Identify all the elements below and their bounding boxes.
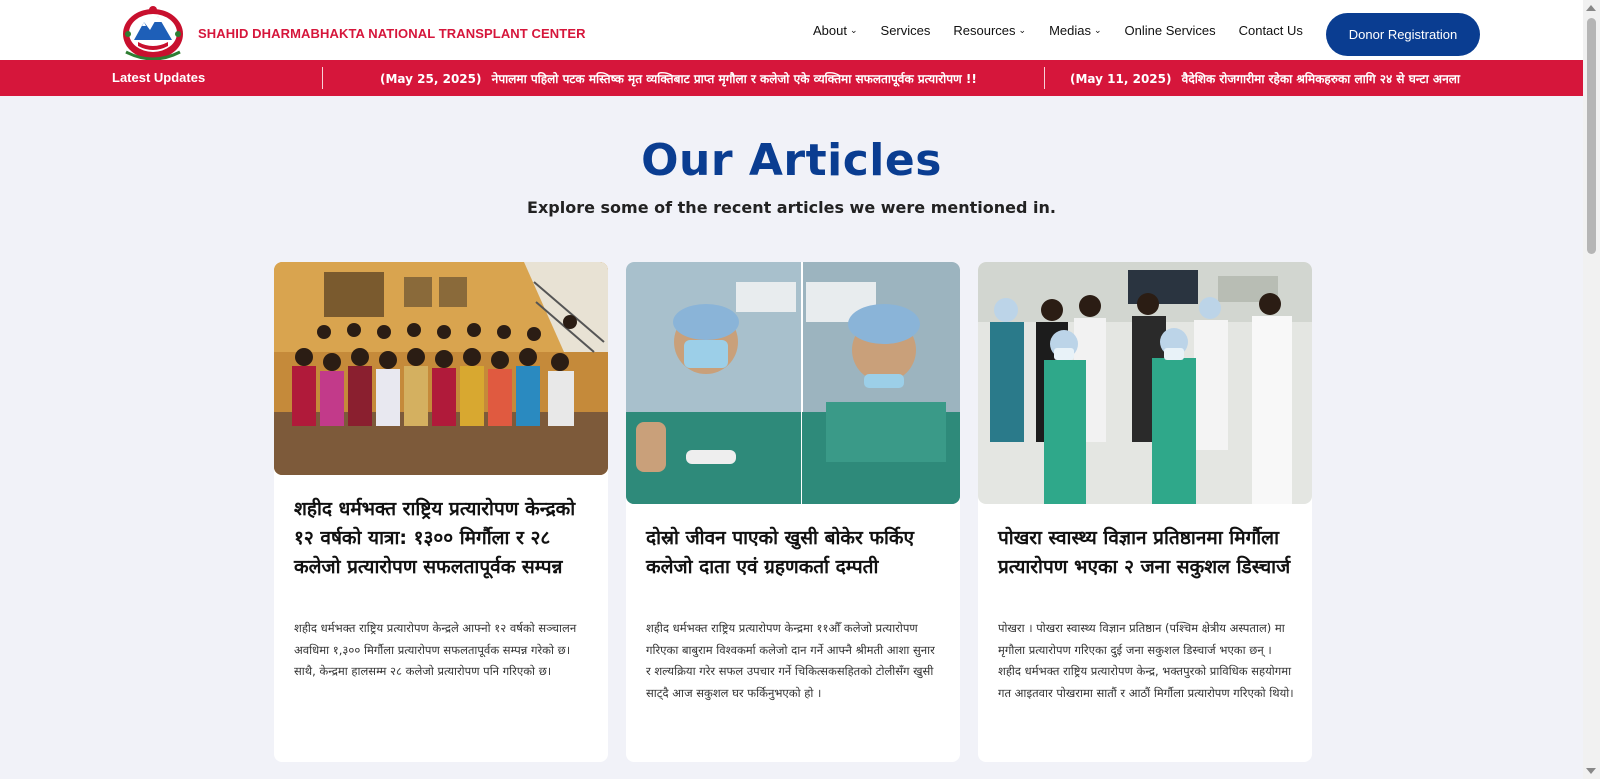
article-image-group-photo[interactable] — [274, 262, 608, 475]
government-emblem-logo[interactable] — [120, 4, 190, 62]
nav-contact-us-label: Contact Us — [1238, 22, 1303, 38]
donor-registration-button[interactable]: Donor Registration — [1326, 13, 1480, 56]
nav-about-label: About — [813, 22, 847, 38]
site-brand-name[interactable]: SHAHID DHARMABHAKTA NATIONAL TRANSPLANT … — [198, 26, 586, 41]
article-title[interactable]: पोखरा स्वास्थ्य विज्ञान प्रतिष्ठानमा मिर… — [998, 524, 1294, 582]
section-title: Our Articles — [641, 135, 942, 186]
article-title[interactable]: दोस्रो जीवन पाएको खुसी बोकेर फर्किए कलेज… — [646, 524, 942, 582]
article-description: पोखरा । पोखरा स्वास्थ्य विज्ञान प्रतिष्ठ… — [998, 621, 1294, 700]
scroll-up-arrow-icon[interactable] — [1586, 5, 1596, 11]
article-card[interactable]: दोस्रो जीवन पाएको खुसी बोकेर फर्किए कलेज… — [626, 262, 960, 762]
ticker-item-date: (May 11, 2025) — [1070, 72, 1172, 86]
article-description: शहीद धर्मभक्त राष्ट्रिय प्रत्यारोपण केन्… — [294, 621, 577, 678]
section-subtitle: Explore some of the recent articles we w… — [527, 198, 1056, 217]
ticker-item[interactable]: (May 25, 2025) नेपालमा पहिलो पटक मस्तिष्… — [380, 70, 977, 87]
ticker-item-text: वैदेशिक रोजगारीमा रहेका श्रमिकहरुका लागि… — [1181, 72, 1460, 86]
ticker-label: Latest Updates — [112, 70, 206, 85]
article-title[interactable]: शहीद धर्मभक्त राष्ट्रिय प्रत्यारोपण केन्… — [294, 495, 590, 582]
nav-medias-label: Medias — [1049, 22, 1091, 38]
article-description: शहीद धर्मभक्त राष्ट्रिय प्रत्यारोपण केन्… — [646, 621, 935, 700]
nav-services-label: Services — [880, 22, 931, 38]
nav-online-services[interactable]: Online Services — [1125, 23, 1216, 38]
ticker-item[interactable]: (May 11, 2025) वैदेशिक रोजगारीमा रहेका श… — [1070, 70, 1460, 87]
article-card[interactable]: पोखरा स्वास्थ्य विज्ञान प्रतिष्ठानमा मिर… — [978, 262, 1312, 762]
nav-contact-us[interactable]: Contact Us — [1239, 23, 1303, 38]
article-card[interactable]: शहीद धर्मभक्त राष्ट्रिय प्रत्यारोपण केन्… — [274, 262, 608, 762]
chevron-down-icon: ⌄ — [1094, 24, 1102, 35]
article-image-discharge-photo[interactable] — [978, 262, 1312, 504]
main-navigation: About ⌄ Services Resources ⌄ Medias ⌄ On… — [813, 0, 1326, 60]
nav-services[interactable]: Services — [881, 23, 931, 38]
ticker-item-date: (May 25, 2025) — [380, 72, 482, 86]
nav-resources[interactable]: Resources ⌄ — [953, 23, 1026, 38]
site-header: SHAHID DHARMABHAKTA NATIONAL TRANSPLANT … — [0, 0, 1583, 62]
ticker-divider — [1044, 67, 1045, 89]
article-image-patients-photo[interactable] — [626, 262, 960, 504]
nav-medias[interactable]: Medias ⌄ — [1049, 23, 1101, 38]
latest-updates-ticker: Latest Updates (May 25, 2025) नेपालमा पह… — [0, 60, 1583, 96]
nav-online-services-label: Online Services — [1124, 22, 1216, 38]
chevron-down-icon: ⌄ — [1018, 24, 1027, 35]
scrollbar-thumb[interactable] — [1587, 18, 1596, 254]
ticker-item-text: नेपालमा पहिलो पटक मस्तिष्क मृत व्यक्तिबा… — [491, 72, 977, 86]
ticker-divider — [322, 67, 323, 89]
chevron-down-icon: ⌄ — [849, 24, 858, 35]
nav-resources-label: Resources — [953, 22, 1016, 38]
scroll-down-arrow-icon[interactable] — [1586, 768, 1596, 774]
page-scrollbar[interactable] — [1583, 0, 1600, 779]
nav-about[interactable]: About ⌄ — [813, 23, 858, 38]
